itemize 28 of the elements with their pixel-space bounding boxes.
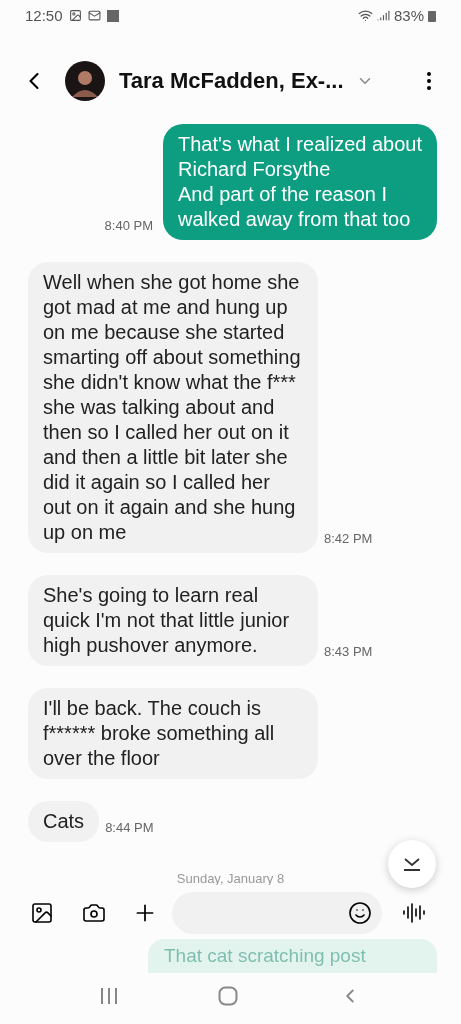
home-icon[interactable] <box>218 985 239 1006</box>
voice-input-icon[interactable] <box>402 900 426 925</box>
signal-icon <box>376 9 390 23</box>
message-time: 8:44 PM <box>105 819 154 838</box>
recent-apps-icon[interactable] <box>100 987 119 1004</box>
scroll-down-icon <box>402 857 422 871</box>
scroll-down-button[interactable] <box>388 840 436 888</box>
message-bubble: Cats <box>28 800 100 842</box>
date-separator: Sunday, January 8 <box>176 871 285 885</box>
wifi-icon <box>357 8 373 24</box>
message-time: 8:43 PM <box>324 643 373 662</box>
faded-message: That cat scratching post <box>164 943 366 968</box>
message-bubble: I'll be back. The couch is f****** broke something all over the floor <box>28 687 318 779</box>
battery-level: 83% <box>393 5 424 26</box>
image-icon <box>68 9 82 23</box>
message-bubble: She's going to learn real quick I'm not that little junior high pushover anymore. <box>28 574 318 666</box>
battery-icon <box>428 9 436 22</box>
mail-icon <box>87 9 101 23</box>
emoji-icon[interactable] <box>348 900 372 925</box>
message-bubble: That's what I realized about Richard Forsythe And part of the reason I walked away from that too <box>163 123 437 240</box>
contact-name[interactable]: Tara McFadden, Ex-... <box>119 64 344 98</box>
message-field[interactable] <box>172 891 382 934</box>
avatar[interactable] <box>65 60 105 101</box>
message-bubble: Well when she got home she got mad at me and hung up on me because she started smarting off about something she didn't know what the f*** she was talking about and then so I called her out on it and then a little bit later she did it again so I called her out on it again and she hung up on me <box>28 261 318 553</box>
status-time: 12:50 <box>25 5 63 26</box>
gallery-icon[interactable] <box>30 900 54 925</box>
message-time: 8:40 PM <box>104 217 154 236</box>
message-time: 8:42 PM <box>324 530 373 549</box>
